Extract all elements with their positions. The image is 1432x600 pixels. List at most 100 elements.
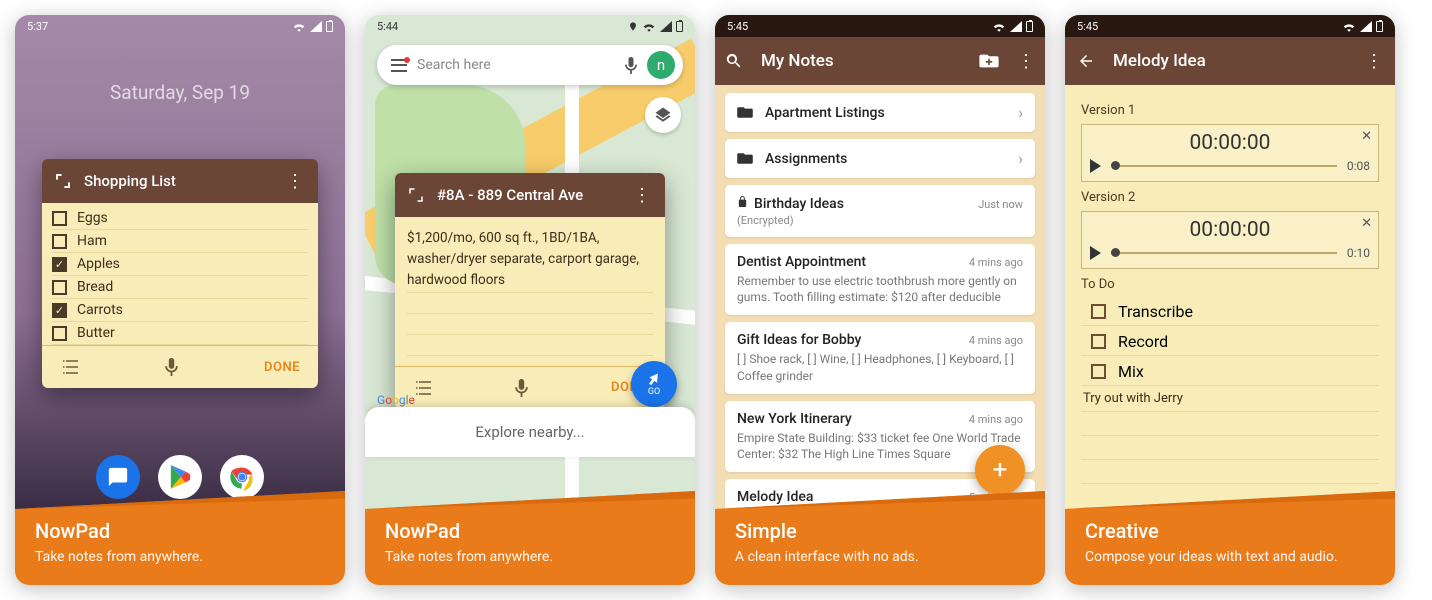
note-menu-icon[interactable]: ⋮	[280, 171, 310, 192]
explore-panel[interactable]: Explore nearby...	[365, 407, 695, 457]
checkbox[interactable]	[52, 326, 67, 341]
checkbox[interactable]	[1091, 304, 1106, 319]
menu-icon[interactable]: ⋮	[1017, 51, 1035, 72]
back-icon[interactable]	[1077, 52, 1095, 70]
status-bar: 5:45	[715, 15, 1045, 37]
audio-slider[interactable]	[1111, 252, 1337, 254]
done-button[interactable]: DONE	[264, 360, 300, 375]
checklist-label: Carrots	[77, 302, 123, 318]
note-title: Dentist Appointment	[737, 254, 866, 270]
list-icon[interactable]	[413, 381, 431, 395]
signal-icon	[310, 21, 322, 32]
checklist-label: Butter	[77, 325, 115, 341]
todo-item[interactable]: Transcribe	[1081, 298, 1379, 326]
hamburger-icon[interactable]	[391, 59, 407, 72]
map-search-bar[interactable]: Search here n	[377, 45, 683, 85]
checklist-item[interactable]: Eggs	[52, 207, 308, 230]
wifi-icon	[992, 21, 1006, 32]
note-popup: #8A - 889 Central Ave ⋮ $1,200/mo, 600 s…	[395, 173, 665, 409]
checkbox[interactable]: ✓	[52, 257, 67, 272]
close-icon[interactable]: ✕	[1361, 216, 1372, 231]
folder-item[interactable]: Apartment Listings ›	[725, 93, 1035, 132]
status-time: 5:37	[27, 20, 48, 33]
checklist-item[interactable]: Butter	[52, 322, 308, 345]
signal-icon	[660, 21, 672, 32]
note-title: Shopping List	[84, 172, 280, 190]
checklist-item[interactable]: ✓Apples	[52, 253, 308, 276]
play-icon[interactable]	[1090, 246, 1101, 260]
avatar[interactable]: n	[647, 51, 675, 79]
checkbox[interactable]	[52, 280, 67, 295]
audio-position: 00:00:00	[1090, 218, 1370, 242]
go-button[interactable]: GO	[631, 361, 677, 407]
home-dock	[15, 455, 345, 499]
layers-button[interactable]	[645, 97, 681, 133]
close-icon[interactable]: ✕	[1361, 129, 1372, 144]
status-bar: 5:37	[15, 15, 345, 37]
note-time: 4 mins ago	[969, 256, 1023, 269]
note-popup: Shopping List ⋮ EggsHam✓ApplesBread ✓ Carr…	[42, 159, 318, 388]
note-body[interactable]: $1,200/mo, 600 sq ft., 1BD/1BA, washer/d…	[395, 217, 665, 366]
note-item[interactable]: Gift Ideas for Bobby4 mins ago[ ] Shoe r…	[725, 322, 1035, 393]
add-note-fab[interactable]: +	[975, 445, 1025, 495]
note-time: 4 mins ago	[969, 334, 1023, 347]
mic-icon[interactable]	[515, 379, 528, 397]
menu-icon[interactable]: ⋮	[1365, 51, 1383, 72]
battery-icon	[1376, 21, 1383, 32]
folder-name: Apartment Listings	[765, 105, 1006, 121]
folder-icon	[737, 152, 753, 165]
folder-name: Assignments	[765, 151, 1006, 167]
note-title: Melody Idea	[1113, 51, 1347, 71]
note-title: #8A - 889 Central Ave	[437, 186, 627, 204]
checkbox[interactable]: ✓	[52, 303, 67, 318]
folder-item[interactable]: Assignments›	[725, 139, 1035, 178]
mic-icon[interactable]	[625, 57, 637, 74]
chevron-right-icon: ›	[1018, 103, 1023, 122]
todo-item[interactable]: Mix	[1081, 358, 1379, 386]
battery-icon	[326, 21, 333, 32]
phone-screenshot-2: 5:44 Search here n #8A - 889 Central	[365, 15, 695, 585]
note-preview: Remember to use electric toothbrush more…	[737, 273, 1023, 305]
note-detail-body[interactable]: Version 1✕00:00:000:08Version 2✕00:00:00…	[1065, 85, 1395, 509]
list-icon[interactable]	[60, 360, 78, 374]
checkbox[interactable]	[1091, 364, 1106, 379]
note-item[interactable]: Birthday Ideas Just now (Encrypted)	[725, 185, 1035, 237]
checklist-item[interactable]: ✓ Carrots	[52, 299, 308, 322]
location-icon	[628, 21, 638, 32]
play-icon[interactable]	[1090, 159, 1101, 173]
note-line[interactable]: Try out with Jerry	[1081, 386, 1379, 412]
search-placeholder: Search here	[417, 57, 615, 73]
audio-slider[interactable]	[1111, 165, 1337, 167]
checklist-item[interactable]: Bread	[52, 276, 308, 299]
note-title: New York Itinerary	[737, 411, 852, 427]
new-folder-icon[interactable]	[979, 53, 999, 69]
expand-icon[interactable]	[54, 172, 72, 190]
version-label: Version 1	[1081, 103, 1379, 118]
note-item[interactable]: Dentist Appointment 4 mins ago Remember to…	[725, 244, 1035, 315]
messages-app-icon[interactable]	[96, 455, 140, 499]
checkbox[interactable]	[52, 211, 67, 226]
note-time: 4 mins ago	[969, 413, 1023, 426]
note-text: $1,200/mo, 600 sq ft., 1BD/1BA, washer/d…	[407, 227, 653, 293]
checklist-item[interactable]: Ham	[52, 230, 308, 253]
search-icon[interactable]	[725, 52, 743, 70]
signal-icon	[1360, 21, 1372, 32]
wifi-icon	[292, 21, 306, 32]
checkbox[interactable]	[1091, 334, 1106, 349]
note-menu-icon[interactable]: ⋮	[627, 185, 657, 206]
encrypted-label: (Encrypted)	[737, 214, 1023, 227]
todo-label: Mix	[1118, 362, 1144, 381]
play-store-icon[interactable]	[158, 455, 202, 499]
note-time: Just now	[978, 198, 1023, 211]
checkbox[interactable]	[52, 234, 67, 249]
chrome-app-icon[interactable]	[220, 455, 264, 499]
wifi-icon	[1342, 21, 1356, 32]
note-title: Birthday Ideas	[737, 195, 844, 212]
expand-icon[interactable]	[407, 186, 425, 204]
mic-icon[interactable]	[165, 358, 178, 376]
phone-screenshot-1: 5:37 Saturday, Sep 19 Shopping List ⋮ Eg…	[15, 15, 345, 585]
todo-heading: To Do	[1081, 277, 1379, 292]
caption-title: NowPad	[35, 519, 325, 543]
todo-item[interactable]: Record	[1081, 328, 1379, 356]
caption-title: Creative	[1085, 519, 1375, 543]
